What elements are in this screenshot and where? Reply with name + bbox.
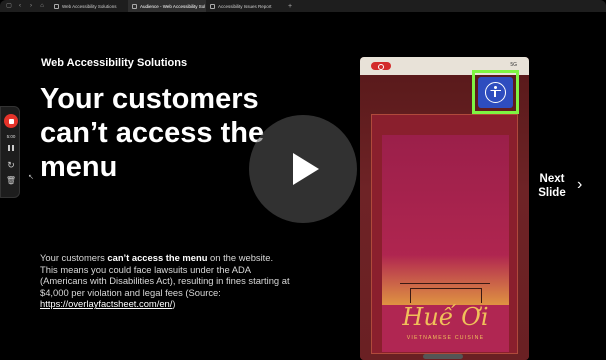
tab-label: Accessibility Issues Report [218, 3, 272, 9]
slide-body: Your customers can’t access the menu on … [40, 252, 290, 310]
restaurant-logo: Huế Ơi [402, 303, 489, 331]
tab-web-accessibility-solutions[interactable]: Web Accessibility Solutions [50, 0, 128, 12]
tab-accessibility-issues-report[interactable]: Accessibility Issues Report [206, 0, 284, 12]
next-label-line: Next [539, 173, 565, 185]
tab-label: Web Accessibility Solutions [62, 3, 117, 9]
tab-audience[interactable]: Audience - Web Accessibility Sol × [128, 0, 206, 12]
browser-tab-bar: ▢ ‹ › ⌂ Web Accessibility Solutions Audi… [0, 0, 606, 12]
play-button[interactable] [249, 115, 357, 223]
tab-label: Audience - Web Accessibility Sol [140, 3, 206, 9]
home-indicator [423, 354, 463, 359]
body-emphasis: can’t access the menu [107, 252, 208, 263]
next-label-line: Slide [538, 187, 566, 199]
trash-icon[interactable]: 🗑 [5, 175, 17, 187]
page-icon [210, 3, 215, 9]
restart-icon[interactable]: ↻ [5, 159, 17, 171]
home-icon[interactable]: ⌂ [39, 3, 45, 9]
sidebar-toggle-icon[interactable]: ▢ [6, 3, 12, 9]
pause-icon[interactable] [8, 145, 14, 151]
stop-recording-button[interactable] [4, 114, 18, 128]
menu-frame: Huế Ơi VIETNAMESE CUISINE [371, 114, 518, 354]
recording-timer: 5:00 [6, 134, 16, 139]
chevron-right-icon: › [577, 176, 583, 193]
accessibility-widget-button[interactable] [478, 77, 513, 108]
accessibility-icon-body [494, 91, 497, 97]
signal-label: 5G [510, 62, 517, 68]
next-slide-button[interactable]: Next Slide › [535, 172, 595, 212]
page-icon [132, 3, 137, 9]
back-icon[interactable]: ‹ [17, 3, 23, 9]
headline-line: Your customers [40, 83, 259, 115]
browser-nav: ▢ ‹ › ⌂ [0, 3, 50, 9]
restaurant-subtitle: VIETNAMESE CUISINE [406, 335, 485, 341]
source-link[interactable]: https://overlayfactsheet.com/en/ [40, 298, 172, 309]
new-tab-button[interactable]: + [284, 3, 292, 10]
slide-eyebrow: Web Accessibility Solutions [41, 57, 188, 69]
recording-controls: 5:00 ↻ 🗑 [0, 106, 20, 198]
palace-illustration [400, 283, 490, 305]
body-close: ) [172, 298, 176, 310]
mouse-cursor-icon: ↖ [28, 174, 34, 181]
page-icon [54, 3, 59, 9]
body-intro: Your customers [40, 252, 108, 263]
record-indicator-icon [371, 62, 391, 70]
forward-icon[interactable]: › [28, 3, 34, 9]
menu-cover: Huế Ơi VIETNAMESE CUISINE [382, 135, 509, 352]
next-slide-label: Next Slide [535, 172, 569, 200]
screen-recording-window: ▢ ‹ › ⌂ Web Accessibility Solutions Audi… [0, 0, 606, 360]
